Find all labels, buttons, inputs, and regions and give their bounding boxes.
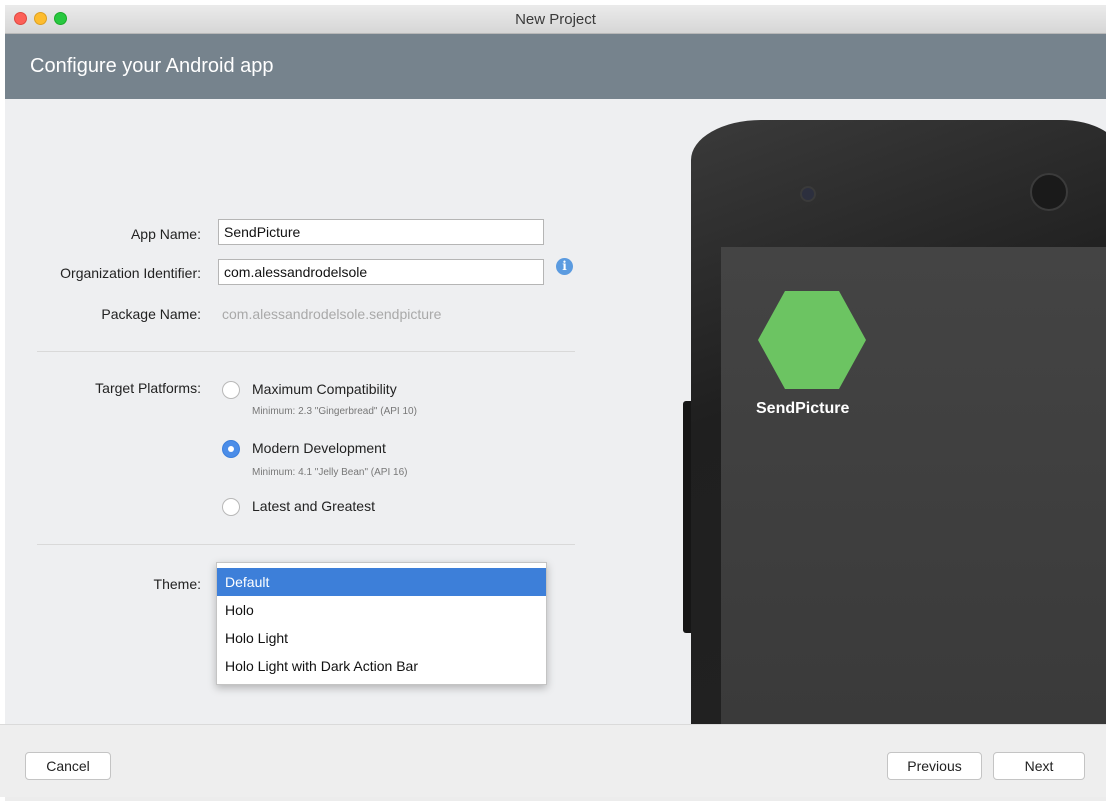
info-icon[interactable]: i xyxy=(556,258,573,275)
theme-option-default[interactable]: Default xyxy=(217,568,546,596)
radio-modern-development[interactable] xyxy=(222,440,240,458)
organization-identifier-input[interactable] xyxy=(218,259,544,285)
radio-label-maximum-compatibility: Maximum Compatibility xyxy=(252,381,397,397)
divider xyxy=(37,544,575,545)
window-title: New Project xyxy=(515,11,596,28)
wizard-header: Configure your Android app xyxy=(5,34,1106,99)
radio-sub-maximum-compatibility: Minimum: 2.3 "Gingerbread" (API 10) xyxy=(252,406,417,417)
theme-dropdown-menu[interactable]: Default Holo Holo Light Holo Light with … xyxy=(216,562,547,685)
theme-option-holo-light[interactable]: Holo Light xyxy=(217,624,546,652)
front-camera-icon xyxy=(800,186,816,202)
preview-app-name: SendPicture xyxy=(756,400,850,417)
target-platforms-label: Target Platforms: xyxy=(95,380,201,396)
theme-option-holo-light-dark-action-bar[interactable]: Holo Light with Dark Action Bar xyxy=(217,652,546,680)
radio-label-latest-and-greatest: Latest and Greatest xyxy=(252,498,375,514)
cancel-button[interactable]: Cancel xyxy=(25,752,111,780)
app-launcher-icon xyxy=(758,291,866,389)
divider xyxy=(37,351,575,352)
page-title: Configure your Android app xyxy=(30,55,274,77)
radio-label-modern-development: Modern Development xyxy=(252,440,386,456)
next-button[interactable]: Next xyxy=(993,752,1085,780)
package-name-value: com.alessandrodelsole.sendpicture xyxy=(222,306,442,322)
app-name-input[interactable] xyxy=(218,219,544,245)
radio-sub-modern-development: Minimum: 4.1 "Jelly Bean" (API 16) xyxy=(252,467,408,478)
title-bar: New Project xyxy=(5,5,1106,34)
organization-identifier-label: Organization Identifier: xyxy=(60,265,201,281)
theme-label: Theme: xyxy=(153,576,201,592)
app-name-label: App Name: xyxy=(130,226,201,242)
previous-button[interactable]: Previous xyxy=(887,752,982,780)
theme-option-holo[interactable]: Holo xyxy=(217,596,546,624)
radio-latest-and-greatest[interactable] xyxy=(222,498,240,516)
sensor-icon xyxy=(1030,173,1068,211)
package-name-label: Package Name: xyxy=(101,306,201,322)
radio-maximum-compatibility[interactable] xyxy=(222,381,240,399)
